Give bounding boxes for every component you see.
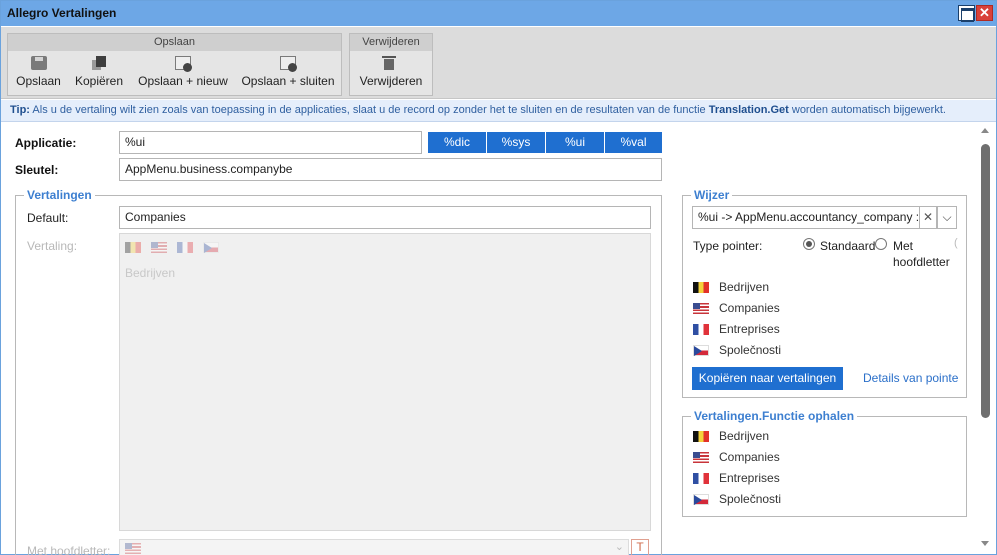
wijzer-combo-input[interactable]: %ui -> AppMenu.accountancy_company : [692, 206, 920, 229]
flag-us-icon[interactable] [151, 242, 167, 254]
type-pointer-label: Type pointer: [693, 239, 763, 253]
flag-fr-icon [693, 473, 709, 485]
applicatie-input[interactable]: %ui [119, 131, 422, 154]
functie-item-be: Bedrijven [693, 428, 769, 444]
flag-cz-icon [693, 494, 709, 506]
sleutel-input[interactable]: AppMenu.business.companybe [119, 158, 662, 181]
wijzer-item-be: Bedrijven [693, 279, 769, 295]
default-input[interactable]: Companies [119, 206, 651, 229]
delete-button[interactable]: Verwijderen [353, 53, 429, 95]
tag-button-sys[interactable]: %sys [487, 132, 545, 153]
save-label: Opslaan [16, 74, 61, 88]
radio-met-hoofdletter[interactable] [875, 238, 887, 250]
tag-button-val[interactable]: %val [605, 132, 662, 153]
allegro-vertalingen-window: Allegro Vertalingen ✕ Opslaan Opslaan Ko… [0, 0, 997, 555]
functie-item-us: Companies [693, 449, 780, 465]
functie-legend: Vertalingen.Functie ophalen [694, 409, 855, 423]
flag-us-icon [693, 452, 709, 464]
trash-icon [382, 56, 399, 70]
delete-group-title: Verwijderen [350, 34, 432, 51]
wijzer-legend: Wijzer [694, 188, 730, 202]
wijzer-item-us: Companies [693, 300, 780, 316]
flag-fr-icon[interactable] [177, 242, 193, 254]
wijzer-dropdown-chevron-icon[interactable]: ⌵ [937, 206, 957, 229]
vertaling-editor[interactable]: Bedrijven [119, 233, 651, 531]
maximize-button[interactable] [958, 5, 975, 22]
flag-cz-icon[interactable] [203, 242, 219, 254]
flag-cz-icon [693, 345, 709, 357]
tip-bar: Tip: Als u de vertaling wilt zien zoals … [1, 100, 996, 122]
functie-item-text: Bedrijven [719, 429, 770, 443]
flag-us-icon [693, 303, 709, 315]
default-label: Default: [27, 211, 69, 225]
flag-fr-icon [693, 324, 709, 336]
radio-met-label-line2: hoofdletter [893, 255, 950, 269]
functie-item-text: Společnosti [719, 492, 782, 506]
copy-button[interactable]: Kopiëren [71, 53, 127, 95]
ribbon-toolbar: Opslaan Opslaan Kopiëren Opslaan + nieuw… [1, 27, 996, 99]
wijzer-item-text: Companies [719, 301, 780, 315]
save-close-button[interactable]: Opslaan + sluiten [238, 53, 338, 95]
hoofdletter-flag-icon [125, 543, 141, 554]
sleutel-label: Sleutel: [15, 163, 59, 177]
functie-item-text: Entreprises [719, 471, 780, 485]
tip-suffix: worden automatisch bijgewerkt. [788, 104, 946, 116]
wijzer-item-text: Bedrijven [719, 280, 770, 294]
text-format-icon[interactable]: T [631, 539, 649, 555]
tip-function: Translation.Get [708, 104, 789, 116]
radio-met-label-line1: Met [893, 239, 914, 253]
vertaling-label: Vertaling: [27, 239, 78, 253]
radio-standaard-label: Standaard [820, 239, 876, 253]
save-group-title: Opslaan [8, 34, 341, 51]
copy-label: Kopiëren [74, 74, 124, 88]
tip-text: Als u de vertaling wilt zien zoals van t… [29, 104, 709, 116]
clear-icon[interactable]: ✕ [920, 206, 937, 229]
radio-standaard[interactable] [803, 238, 815, 250]
radio-clipped-indicator: ( [954, 237, 958, 249]
save-icon [30, 56, 47, 70]
save-close-icon [280, 56, 297, 72]
copy-to-translations-button[interactable]: Kopiëren naar vertalingen [692, 367, 843, 390]
tip-prefix: Tip: [10, 104, 30, 116]
save-new-button[interactable]: Opslaan + nieuw [134, 53, 232, 95]
title-bar: Allegro Vertalingen ✕ [1, 1, 996, 26]
vertaling-flag-bar [125, 240, 229, 254]
chevron-down-icon: ⌄ [614, 541, 624, 553]
hoofdletter-select[interactable]: ⌄ [119, 539, 629, 555]
vertalingen-legend: Vertalingen [27, 188, 92, 202]
delete-group: Verwijderen Verwijderen [349, 33, 433, 96]
tag-button-dic[interactable]: %dic [428, 132, 486, 153]
flag-be-icon [693, 282, 709, 294]
scrollbar-thumb[interactable] [981, 144, 990, 418]
pointer-details-link[interactable]: Details van pointe [863, 371, 958, 385]
hoofdletter-label: Met hoofdletter: [27, 544, 111, 555]
vertaling-text: Bedrijven [125, 266, 176, 280]
tag-button-ui[interactable]: %ui [546, 132, 604, 153]
scroll-up-arrow-icon[interactable] [981, 128, 989, 133]
applicatie-label: Applicatie: [15, 136, 77, 150]
wijzer-item-text: Společnosti [719, 343, 782, 357]
save-close-label: Opslaan + sluiten [241, 74, 335, 88]
functie-item-text: Companies [719, 450, 780, 464]
close-button[interactable]: ✕ [976, 5, 993, 21]
wijzer-item-text: Entreprises [719, 322, 780, 336]
copy-icon [91, 56, 107, 70]
wijzer-item-fr: Entreprises [693, 321, 780, 337]
save-button[interactable]: Opslaan [11, 53, 66, 95]
window-title: Allegro Vertalingen [7, 6, 117, 20]
functie-item-fr: Entreprises [693, 470, 780, 486]
delete-label: Verwijderen [359, 74, 423, 88]
flag-be-icon[interactable] [125, 242, 141, 254]
functie-item-cz: Společnosti [693, 491, 781, 507]
flag-be-icon [693, 431, 709, 443]
wijzer-item-cz: Společnosti [693, 342, 781, 358]
save-new-label: Opslaan + nieuw [138, 74, 228, 88]
scroll-down-arrow-icon[interactable] [981, 541, 989, 546]
save-group: Opslaan Opslaan Kopiëren Opslaan + nieuw… [7, 33, 342, 96]
save-new-icon [175, 56, 192, 72]
